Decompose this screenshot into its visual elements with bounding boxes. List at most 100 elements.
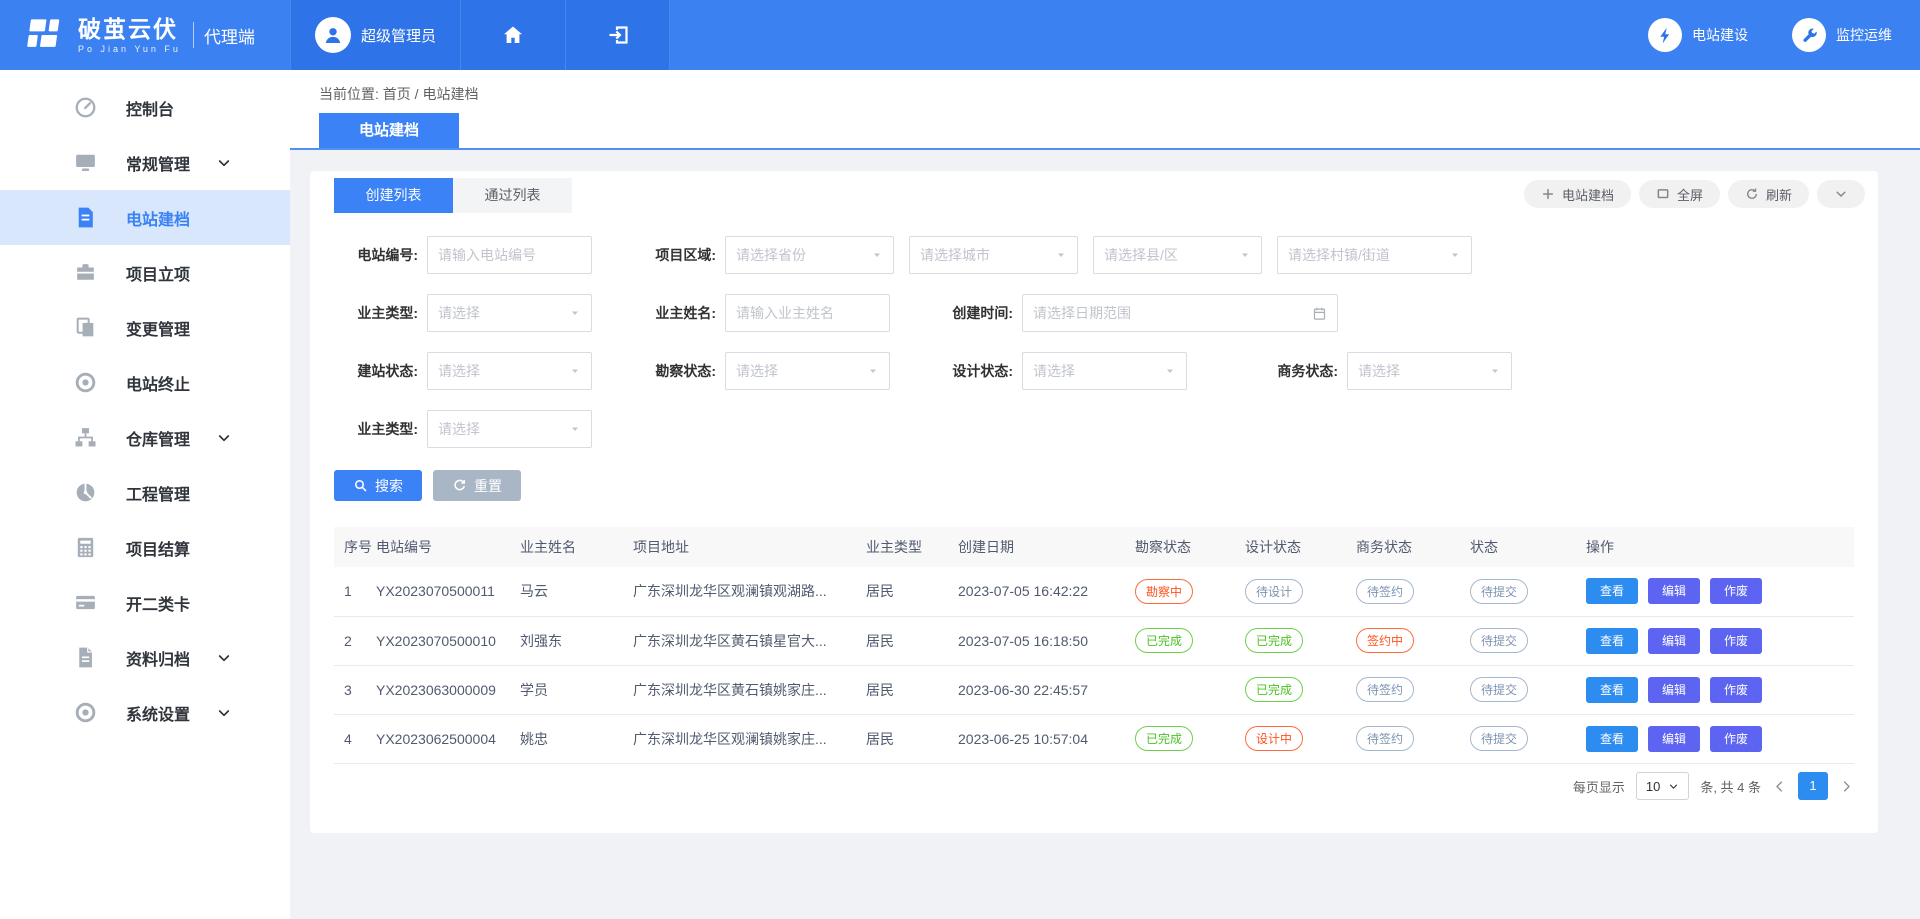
owner-type-select[interactable]: 请选择 xyxy=(427,294,592,332)
edit-button[interactable]: 编辑 xyxy=(1648,628,1700,654)
sidebar-item-warehouse-management[interactable]: 仓库管理 xyxy=(0,410,290,465)
logo-text: 破茧云伏 Po Jian Yun Fu xyxy=(78,17,181,54)
module-label: 电站建设 xyxy=(1692,25,1748,45)
user-menu[interactable]: 超级管理员 xyxy=(290,0,460,70)
chevron-down-icon xyxy=(1668,781,1679,792)
survey-status-select[interactable]: 请选择 xyxy=(725,352,890,390)
topstrip: 当前位置: 首页 / 电站建档 电站建档 xyxy=(290,70,1920,150)
placeholder-text: 请选择日期范围 xyxy=(1033,303,1131,323)
edit-button[interactable]: 编辑 xyxy=(1648,578,1700,604)
calendar-icon xyxy=(1312,306,1327,321)
cell-actions: 查看编辑作废 xyxy=(1576,665,1854,714)
sidebar-item-project-initiation[interactable]: 项目立项 xyxy=(0,245,290,300)
sidebar-item-label: 常规管理 xyxy=(126,151,190,175)
sidebar-item-system-settings[interactable]: 系统设置 xyxy=(0,685,290,740)
view-button[interactable]: 查看 xyxy=(1586,628,1638,654)
cell-actions: 查看编辑作废 xyxy=(1576,714,1854,763)
search-button[interactable]: 搜索 xyxy=(334,470,422,501)
caret-down-icon xyxy=(1239,249,1251,261)
void-button[interactable]: 作废 xyxy=(1710,726,1762,752)
per-page-label: 每页显示 xyxy=(1573,777,1625,796)
village-select[interactable]: 请选择村镇/街道 xyxy=(1277,236,1472,274)
per-page-select[interactable]: 10 xyxy=(1636,772,1689,800)
next-page-button[interactable] xyxy=(1839,779,1854,794)
sidebar-item-label: 项目结算 xyxy=(126,536,190,560)
filter-label: 业主类型: xyxy=(334,419,418,439)
cell-owner_type: 居民 xyxy=(856,616,948,665)
view-button[interactable]: 查看 xyxy=(1586,578,1638,604)
cell-created: 2023-06-25 10:57:04 xyxy=(948,714,1125,763)
void-button[interactable]: 作废 xyxy=(1710,628,1762,654)
create-time-range-input[interactable]: 请选择日期范围 xyxy=(1022,294,1338,332)
filter-label: 业主姓名: xyxy=(632,303,716,323)
city-select[interactable]: 请选择城市 xyxy=(909,236,1078,274)
logout-button[interactable] xyxy=(565,0,670,70)
logo-area: 破茧云伏 Po Jian Yun Fu 代理端 xyxy=(0,0,290,70)
cell-seq: 1 xyxy=(334,567,366,616)
chevron-down-icon xyxy=(216,650,232,666)
owner-name-input[interactable] xyxy=(725,294,890,332)
collapse-button[interactable] xyxy=(1817,180,1865,208)
station-code-input[interactable] xyxy=(427,236,592,274)
cell-survey xyxy=(1125,665,1235,714)
filter-row: 建站状态:请选择勘察状态:请选择设计状态:请选择商务状态:请选择 xyxy=(310,352,1878,390)
edit-button[interactable]: 编辑 xyxy=(1648,677,1700,703)
edit-button[interactable]: 编辑 xyxy=(1648,726,1700,752)
view-button[interactable]: 查看 xyxy=(1586,677,1638,703)
filter-row: 业主类型:请选择业主姓名:创建时间:请选择日期范围 xyxy=(310,294,1878,332)
void-button[interactable]: 作废 xyxy=(1710,578,1762,604)
cell-survey: 勘察中 xyxy=(1125,567,1235,616)
build-status-select[interactable]: 请选择 xyxy=(427,352,592,390)
province-select[interactable]: 请选择省份 xyxy=(725,236,894,274)
sidebar-item-label: 开二类卡 xyxy=(126,591,190,615)
refresh-button[interactable]: 刷新 xyxy=(1728,180,1809,208)
module-label: 监控运维 xyxy=(1836,25,1892,45)
module-station-construction[interactable]: 电站建设 xyxy=(1648,18,1748,52)
prev-page-button[interactable] xyxy=(1772,779,1787,794)
page-1-button[interactable]: 1 xyxy=(1798,772,1828,800)
chevron-down-icon xyxy=(216,705,232,721)
sidebar-item-label: 工程管理 xyxy=(126,481,190,505)
view-button[interactable]: 查看 xyxy=(1586,726,1638,752)
module-monitoring-ops[interactable]: 监控运维 xyxy=(1792,18,1892,52)
reset-button[interactable]: 重置 xyxy=(433,470,521,501)
create-archive-button[interactable]: 电站建档 xyxy=(1524,180,1631,208)
sidebar-item-data-archive[interactable]: 资料归档 xyxy=(0,630,290,685)
survey-status-badge: 已完成 xyxy=(1135,628,1193,653)
logout-icon xyxy=(606,23,630,47)
sidebar-item-project-settlement[interactable]: 项目结算 xyxy=(0,520,290,575)
sidebar-item-console[interactable]: 控制台 xyxy=(0,80,290,135)
sidebar-item-change-management[interactable]: 变更管理 xyxy=(0,300,290,355)
pill-label: 电站建档 xyxy=(1562,185,1614,204)
home-button[interactable] xyxy=(460,0,565,70)
card-icon xyxy=(73,590,98,615)
cell-owner: 姚忠 xyxy=(510,714,623,763)
app-subtitle: Po Jian Yun Fu xyxy=(78,44,181,54)
county-select[interactable]: 请选择县/区 xyxy=(1093,236,1262,274)
tab-create-list[interactable]: 创建列表 xyxy=(334,178,453,213)
reset-label: 重置 xyxy=(474,476,502,496)
tab-passed-list[interactable]: 通过列表 xyxy=(453,178,572,213)
fullscreen-button[interactable]: 全屏 xyxy=(1639,180,1720,208)
void-button[interactable]: 作废 xyxy=(1710,677,1762,703)
business-status-select[interactable]: 请选择 xyxy=(1347,352,1512,390)
sidebar-item-station-archive[interactable]: 电站建档 xyxy=(0,190,290,245)
sidebar-item-engineering-management[interactable]: 工程管理 xyxy=(0,465,290,520)
cell-design: 待设计 xyxy=(1235,567,1346,616)
cell-design: 设计中 xyxy=(1235,714,1346,763)
owner-type-select-2[interactable]: 请选择 xyxy=(427,410,592,448)
status-badge: 待提交 xyxy=(1470,677,1528,702)
list-tabs: 创建列表通过列表 xyxy=(334,178,572,213)
sidebar-item-open-type2-card[interactable]: 开二类卡 xyxy=(0,575,290,630)
design-status-select[interactable]: 请选择 xyxy=(1022,352,1187,390)
cell-owner_type: 居民 xyxy=(856,665,948,714)
cell-business: 待签约 xyxy=(1346,567,1460,616)
sidebar-item-general-management[interactable]: 常规管理 xyxy=(0,135,290,190)
sidebar-item-station-termination[interactable]: 电站终止 xyxy=(0,355,290,410)
column-header: 创建日期 xyxy=(948,527,1125,567)
cell-seq: 2 xyxy=(334,616,366,665)
page-tab-station-archive[interactable]: 电站建档 xyxy=(319,113,459,148)
caret-down-icon xyxy=(569,365,581,377)
design-status-badge: 设计中 xyxy=(1245,726,1303,751)
filter-label: 建站状态: xyxy=(334,361,418,381)
